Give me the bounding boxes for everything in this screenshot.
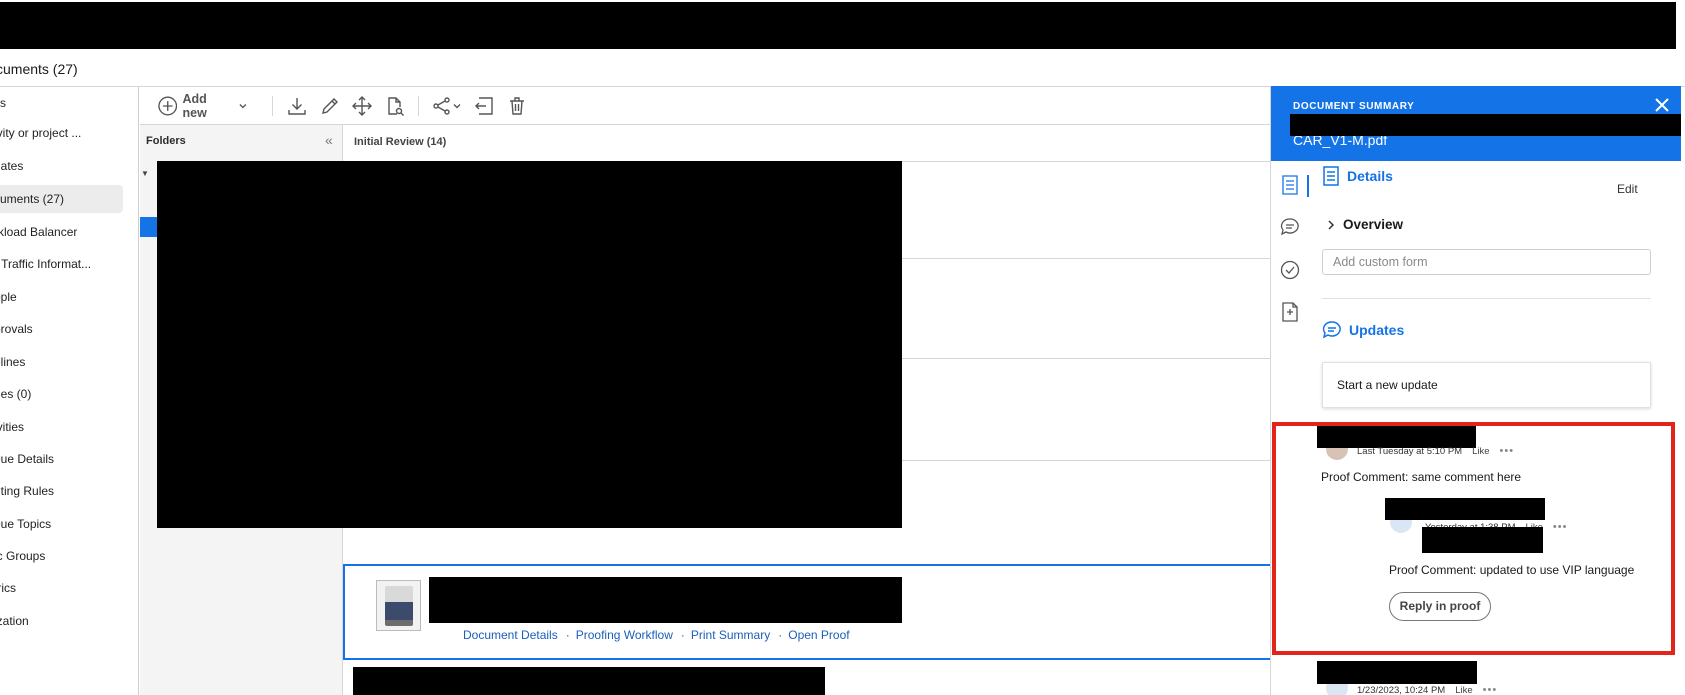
toolbar-divider [418,96,419,116]
redacted-document-title [429,577,902,623]
panel-header-label: DOCUMENT SUMMARY [1293,101,1415,112]
nav-item-queue-topics[interactable]: eue Topics [0,510,123,538]
move-button[interactable] [347,87,377,124]
nav-item-tasks[interactable]: ks [0,89,123,117]
overview-toggle[interactable]: Overview [1326,217,1403,232]
edit-button[interactable] [315,87,345,124]
nav-item-activities[interactable]: ivities [0,413,123,441]
new-update-input[interactable]: Start a new update [1322,362,1651,408]
document-thumbnail[interactable] [376,580,421,631]
add-circle-icon [158,96,178,115]
nav-item-workload-balancer[interactable]: rkload Balancer [0,218,123,246]
nav-item-approvals[interactable]: provals [0,315,123,343]
document-row-selected[interactable]: Document Details · Proofing Workflow · P… [343,564,1271,660]
update-timestamp: 1/23/2023, 10:24 PM [1357,684,1446,695]
nav-item-activity[interactable]: ivity or project ... [0,119,123,147]
separator-dot: · [680,628,685,642]
left-nav: ks ivity or project ... dates cuments (2… [0,87,139,695]
chevron-down-icon [453,103,461,108]
document-links: Document Details · Proofing Workflow · P… [463,628,850,642]
selected-folder-marker[interactable] [140,217,158,237]
redacted-document-list [157,161,902,528]
redacted-header-bar [0,2,1676,49]
nav-item-people[interactable]: ople [0,283,123,311]
page-title: cuments (27) [0,61,78,77]
download-button[interactable] [282,87,312,124]
edit-icon [322,97,338,114]
details-section-header: Details [1322,166,1393,186]
add-new-label: Add new [182,91,207,120]
details-tab[interactable] [1279,174,1301,196]
nav-item-queue-details[interactable]: eue Details [0,445,123,473]
move-icon [352,95,372,116]
edit-button[interactable]: Edit [1617,182,1638,196]
redacted-document-name [1290,114,1681,136]
close-icon [1655,98,1669,112]
highlight-box [1272,422,1675,655]
add-custom-form-field[interactable]: Add custom form [1322,249,1651,275]
redacted-next-row [353,667,825,695]
print-summary-link[interactable]: Print Summary [691,628,770,642]
expand-triangle-icon[interactable]: ▼ [141,169,149,178]
nav-item-timelines[interactable]: elines [0,348,123,376]
updates-section-header: Updates [1322,320,1404,340]
more-options-icon[interactable]: ••• [1483,684,1498,695]
separator-dot: · [778,628,783,642]
update-meta: 1/23/2023, 10:24 PM Like ••• [1357,684,1497,695]
document-details-link[interactable]: Document Details [463,628,558,642]
comments-tab[interactable] [1279,216,1301,238]
chevron-right-icon [1328,219,1335,230]
download-icon [288,97,306,115]
like-button[interactable]: Like [1455,685,1472,695]
versions-tab[interactable] [1279,301,1301,323]
nav-item-metrics[interactable]: trics [0,574,123,602]
document-preview-button[interactable] [380,87,410,124]
document-search-icon [388,96,404,116]
chevron-down-icon [239,103,247,108]
share-icon [433,96,450,115]
section-divider [1322,298,1651,299]
share-button[interactable] [428,87,466,124]
document-icon [1323,166,1339,186]
nav-item-updates[interactable]: dates [0,152,123,180]
toolbar: Add new [140,87,1270,124]
check-circle-icon [1280,260,1300,280]
send-back-icon [475,96,493,115]
delete-button[interactable] [502,87,532,124]
nav-item-organization[interactable]: ization [0,607,123,635]
nav-item-routing-rules[interactable]: uting Rules [0,477,123,505]
redacted-author-name [1317,661,1477,684]
group-title: Initial Review (14) [354,136,447,148]
updates-title: Updates [1349,322,1405,338]
rail-active-indicator [1307,175,1309,197]
separator-dot: · [565,628,570,642]
thumbnail-image [384,585,413,626]
comment-icon [1322,321,1341,339]
collapse-folders-icon[interactable]: « [325,132,333,148]
folders-title: Folders [146,135,186,147]
comment-icon [1280,218,1299,236]
overview-label: Overview [1343,217,1404,232]
approvals-tab[interactable] [1279,259,1301,281]
add-new-button[interactable]: Add new [158,87,248,124]
nav-item-topic-groups[interactable]: ic Groups [0,542,123,570]
open-proof-link[interactable]: Open Proof [788,628,849,642]
nav-item-issues[interactable]: ues (0) [0,380,123,408]
send-back-button[interactable] [470,87,500,124]
nav-item-traffic-information[interactable]: r Traffic Informat... [0,250,123,278]
nav-item-documents[interactable]: cuments (27) [0,185,123,213]
trash-icon [510,96,524,115]
document-icon [1282,175,1298,195]
proofing-workflow-link[interactable]: Proofing Workflow [576,628,673,642]
file-versions-icon [1282,302,1298,322]
toolbar-divider [272,96,273,116]
close-panel-button[interactable] [1652,95,1672,115]
details-title: Details [1347,168,1393,184]
